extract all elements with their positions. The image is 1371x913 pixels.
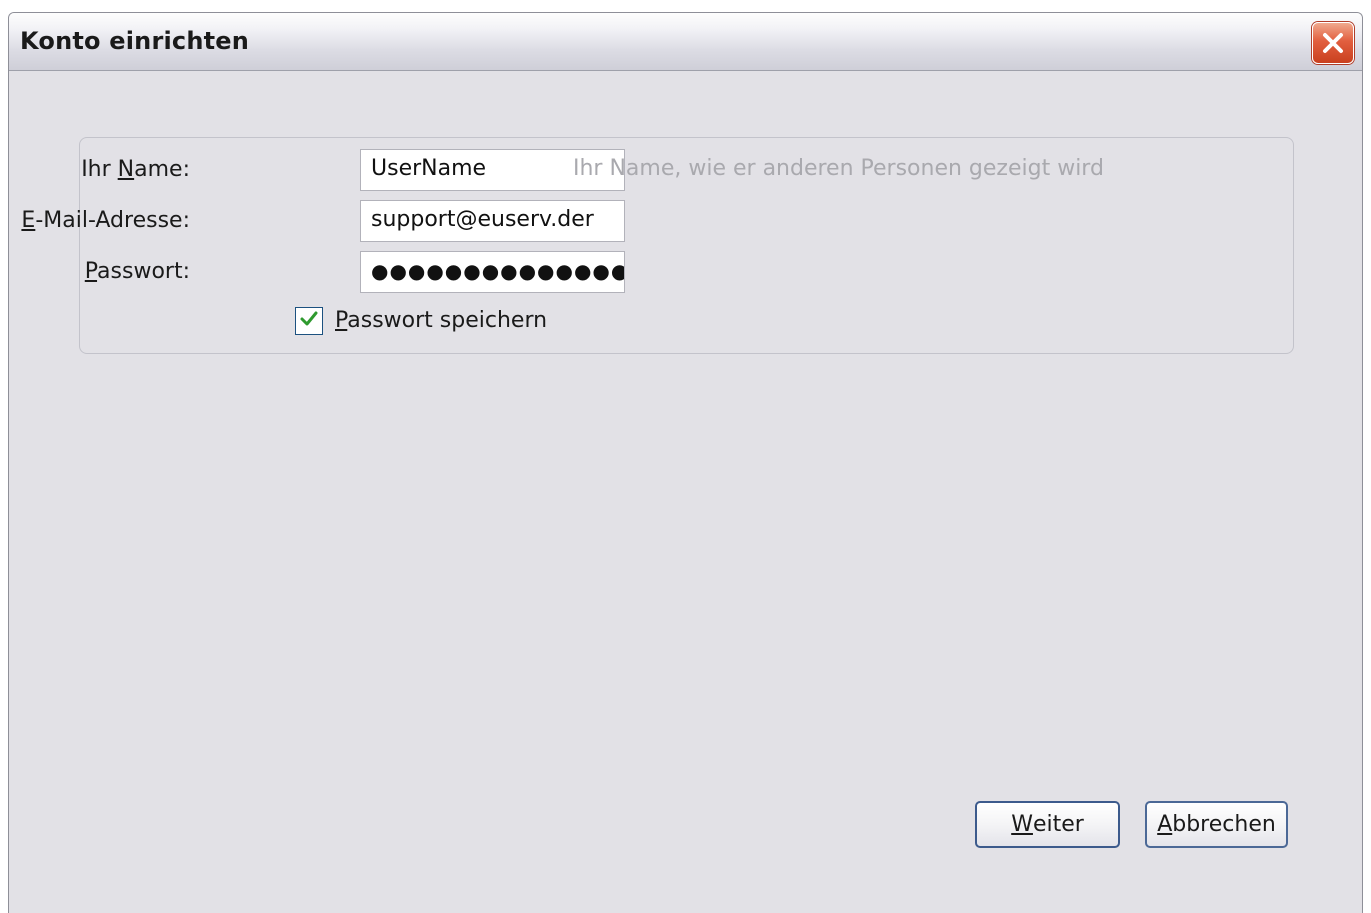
name-input-value: UserName <box>371 156 487 181</box>
name-hint: Ihr Name, wie er anderen Personen gezeig… <box>573 156 1104 181</box>
next-button[interactable]: Weiter <box>975 801 1120 848</box>
password-label: Passwort: <box>84 259 190 284</box>
title-bar[interactable]: Konto einrichten <box>9 13 1362 71</box>
close-icon <box>1320 30 1346 56</box>
window-title: Konto einrichten <box>20 27 250 55</box>
remember-password-label[interactable]: Passwort speichern <box>335 308 547 333</box>
email-input-value: support@euserv.der <box>371 207 594 232</box>
email-label: E-Mail-Adresse: <box>21 208 190 233</box>
name-label: Ihr Name: <box>81 157 190 182</box>
check-icon <box>299 309 319 333</box>
email-input[interactable]: support@euserv.der <box>360 200 625 242</box>
close-button[interactable] <box>1312 22 1354 64</box>
remember-password-checkbox[interactable] <box>295 307 323 335</box>
password-input[interactable]: ●●●●●●●●●●●●●●● <box>360 251 625 293</box>
cancel-button[interactable]: Abbrechen <box>1145 801 1288 848</box>
password-input-value: ●●●●●●●●●●●●●●● <box>371 259 625 283</box>
account-setup-dialog: Konto einrichten Ihr Name: UserName E-Ma… <box>8 12 1363 913</box>
